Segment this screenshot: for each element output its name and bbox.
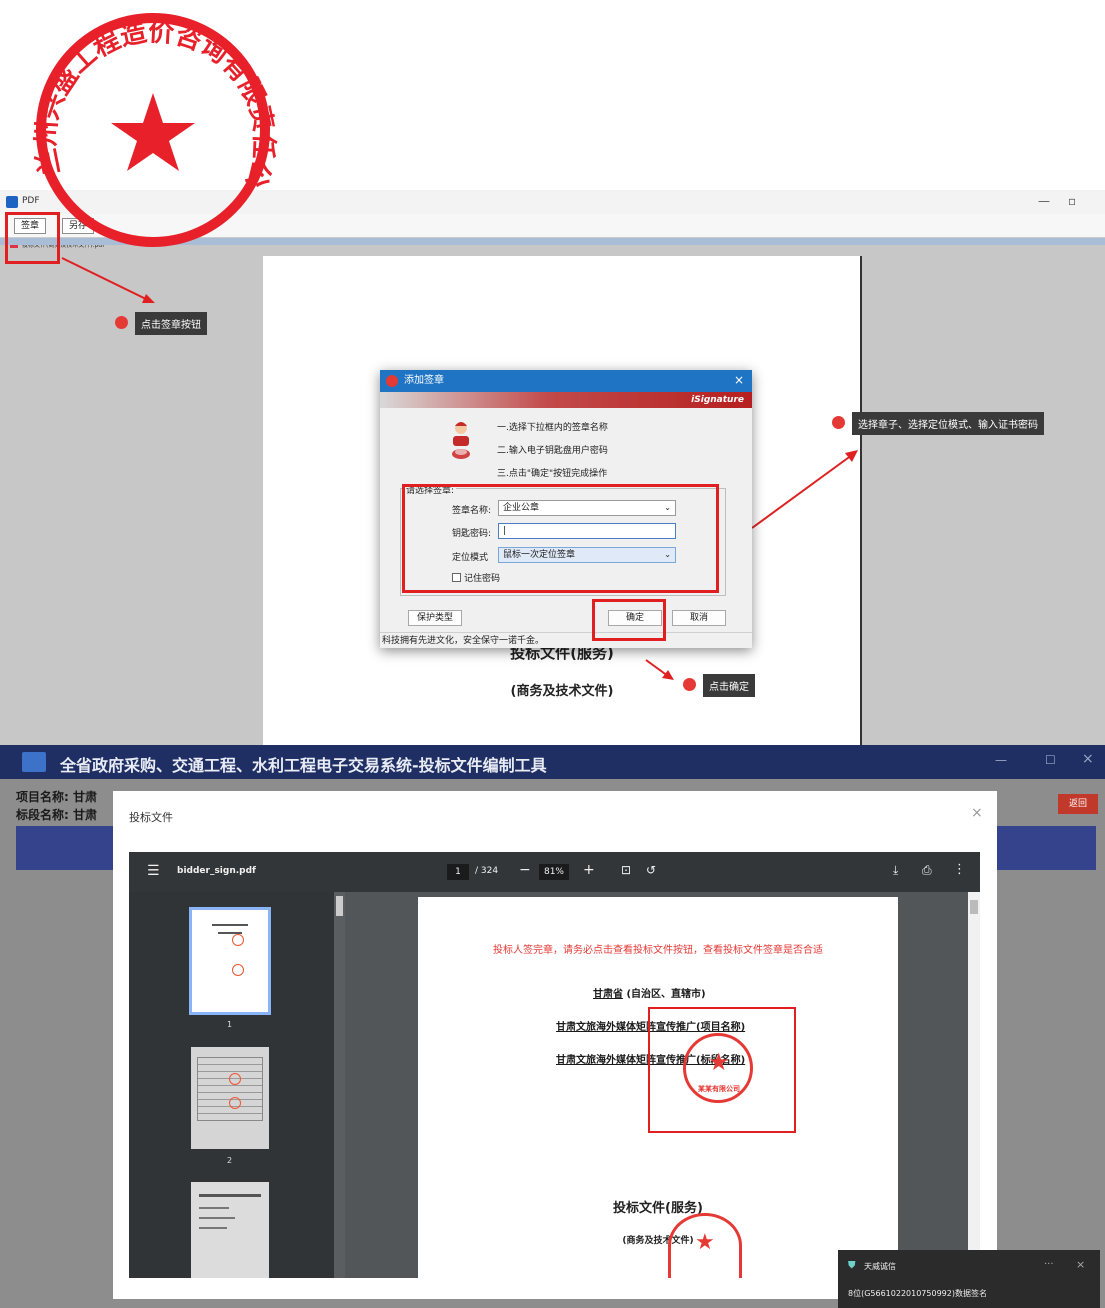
pdf-filename: bidder_sign.pdf xyxy=(177,866,256,876)
pdf-province-line: 甘肃省 (自治区、直辖市) xyxy=(593,985,706,1000)
thumbnail-page-1[interactable] xyxy=(189,907,271,1015)
toast-app-name: 天威诚信 xyxy=(864,1262,896,1271)
seal-text: 兰州兴盛工程造价咨询有限责任公司 xyxy=(15,5,279,191)
callout-3-marker xyxy=(683,678,696,691)
maximize-icon[interactable]: ☐ xyxy=(1045,753,1056,767)
thumbnail-sidebar: 1 2 xyxy=(129,892,345,1278)
seal-star-icon: ★ xyxy=(708,1048,730,1076)
step-3: 三.点击"确定"按钮完成操作 xyxy=(497,469,608,479)
more-icon[interactable]: ⋮ xyxy=(953,862,966,877)
zoom-out-icon[interactable]: − xyxy=(519,862,531,878)
signature-notification[interactable]: ⛊ 天威诚信 ··· × 8位(G5661022010750992)数据签名 xyxy=(838,1250,1100,1308)
step-2: 二.输入电子钥匙盘用户密码 xyxy=(497,446,608,456)
dialog-statusbar: 科技拥有先进文化，安全保守一诺千金。 xyxy=(380,632,752,648)
dialog-banner: iSignature xyxy=(380,392,752,408)
pdf-title: 投标文件(服务) xyxy=(613,1201,703,1216)
menu-icon[interactable]: ☰ xyxy=(147,863,160,879)
toast-message: 8位(G5661022010750992)数据签名 xyxy=(848,1289,987,1298)
page-number-input[interactable]: 1 xyxy=(447,864,469,880)
thumbnail-scrollbar[interactable] xyxy=(334,892,345,1278)
ok-highlight xyxy=(592,599,666,641)
pdf-seal-2: ★ xyxy=(668,1213,742,1278)
svg-text:兰州兴盛工程造价咨询有限责任公司: 兰州兴盛工程造价咨询有限责任公司 xyxy=(15,5,279,191)
minimize-icon[interactable]: — xyxy=(995,753,1007,767)
section-value: 甘肃 xyxy=(73,808,98,822)
callout-3-label: 点击确定 xyxy=(703,674,755,697)
close-icon[interactable]: × xyxy=(1082,751,1094,767)
callout-2-label: 选择章子、选择定位模式、输入证书密码 xyxy=(852,412,1044,435)
toast-close-icon[interactable]: × xyxy=(1076,1258,1085,1271)
thumbnail-page-2[interactable] xyxy=(191,1047,269,1149)
project-label: 项目名称: xyxy=(16,790,69,804)
seal-star-icon: ★ xyxy=(695,1230,715,1255)
step-1: 一.选择下拉框内的签章名称 xyxy=(497,423,608,433)
thumbnail-label-2: 2 xyxy=(227,1156,233,1165)
dialog-title: 添加签章 xyxy=(404,375,444,386)
pdf-viewer-toolbar: ☰ bidder_sign.pdf 1 / 324 − 81% + ⊡ ↺ ⤓ … xyxy=(129,852,980,892)
app-title: 全省政府采购、交通工程、水利工程电子交易系统-投标文件编制工具 xyxy=(60,756,547,775)
modal-close-icon[interactable]: × xyxy=(971,805,983,821)
thumbnail-page-3[interactable] xyxy=(191,1182,269,1278)
protect-type-button[interactable]: 保护类型 xyxy=(408,610,462,626)
project-name-row: 项目名称: 甘肃 xyxy=(16,788,97,805)
dialog-titlebar: 添加签章 xyxy=(380,370,752,392)
rotate-icon[interactable]: ↺ xyxy=(646,863,656,877)
user-key-icon xyxy=(450,420,472,464)
section-label: 标段名称: xyxy=(16,808,69,822)
section-name-row: 标段名称: 甘肃 xyxy=(16,806,97,823)
province: 甘肃省 xyxy=(593,989,623,1000)
pdf-seal-1: ★ 某某有限公司 xyxy=(683,1033,753,1103)
back-button[interactable]: 返回 xyxy=(1058,794,1098,814)
pdf-page: 投标人签完章，请务必点击查看投标文件按钮，查看投标文件签章是否合适 甘肃省 (自… xyxy=(418,897,898,1278)
dialog-close-icon[interactable]: × xyxy=(734,373,744,387)
company-seal-stamp: 兰州兴盛工程造价咨询有限责任公司 xyxy=(15,5,279,247)
project-value: 甘肃 xyxy=(73,790,98,804)
province-suffix: (自治区、直辖市) xyxy=(626,989,706,1000)
fields-highlight xyxy=(402,484,719,593)
app-logo-icon xyxy=(22,752,46,772)
callout-2-marker xyxy=(832,416,845,429)
pdf-subtitle: (商务及技术文件) xyxy=(622,1236,694,1246)
shield-icon: ⛊ xyxy=(848,1260,856,1271)
download-icon[interactable]: ⤓ xyxy=(893,863,898,878)
toast-more-icon[interactable]: ··· xyxy=(1044,1259,1054,1270)
zoom-input[interactable]: 81% xyxy=(539,864,569,880)
fit-page-icon[interactable]: ⊡ xyxy=(621,863,631,877)
pdf-warning-text: 投标人签完章，请务必点击查看投标文件按钮，查看投标文件签章是否合适 xyxy=(493,945,823,956)
page-total: / 324 xyxy=(475,866,499,876)
callout-1-label: 点击签章按钮 xyxy=(135,312,207,335)
callout-1-marker xyxy=(115,316,128,329)
dialog-app-icon xyxy=(386,375,398,387)
pdf-seal-1-text: 某某有限公司 xyxy=(698,1085,740,1093)
main-scrollbar[interactable] xyxy=(968,892,980,1278)
zoom-in-icon[interactable]: + xyxy=(583,862,595,878)
thumbnail-label-1: 1 xyxy=(227,1020,233,1029)
modal-title: 投标文件 xyxy=(129,811,173,824)
dialog-steps: 一.选择下拉框内的签章名称 二.输入电子钥匙盘用户密码 三.点击"确定"按钮完成… xyxy=(497,420,608,489)
print-icon[interactable]: ⎙ xyxy=(922,863,932,878)
cancel-button[interactable]: 取消 xyxy=(672,610,726,626)
